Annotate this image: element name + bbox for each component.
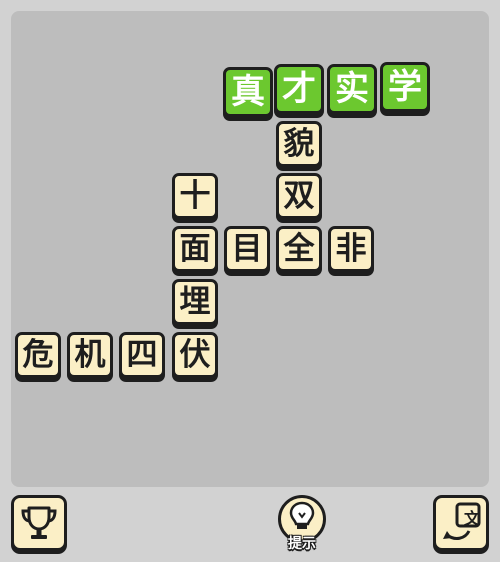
game-screen: 真 才 实 学 貌 双 十 面 目 全 非 埋 危 机 四 伏 提示 文 xyxy=(0,0,500,562)
letter-tile[interactable]: 全 xyxy=(276,226,322,272)
hint-label: 提示 xyxy=(288,536,316,552)
letter-tile[interactable]: 双 xyxy=(276,173,322,219)
trophy-icon xyxy=(21,506,57,539)
hint-button[interactable]: 提示 xyxy=(276,495,328,555)
letter-tile[interactable]: 非 xyxy=(328,226,374,272)
letter-tile[interactable]: 危 xyxy=(15,332,61,378)
letter-tile[interactable]: 埋 xyxy=(172,279,218,325)
letter-tile[interactable]: 十 xyxy=(172,173,218,219)
letter-tile[interactable]: 面 xyxy=(172,226,218,272)
letter-tile[interactable]: 机 xyxy=(67,332,113,378)
letter-tile[interactable]: 伏 xyxy=(172,332,218,378)
translate-button[interactable]: 文 xyxy=(433,495,489,551)
translate-glyph: 文 xyxy=(464,509,481,528)
answer-tile[interactable]: 实 xyxy=(327,64,377,114)
trophy-button[interactable] xyxy=(11,495,67,551)
letter-tile[interactable]: 貌 xyxy=(276,121,322,167)
answer-tile[interactable]: 才 xyxy=(274,64,324,114)
letter-tile[interactable]: 四 xyxy=(119,332,165,378)
answer-tile[interactable]: 学 xyxy=(380,62,430,112)
letter-tile[interactable]: 目 xyxy=(224,226,270,272)
lightbulb-icon xyxy=(289,501,315,529)
answer-tile[interactable]: 真 xyxy=(223,67,273,117)
